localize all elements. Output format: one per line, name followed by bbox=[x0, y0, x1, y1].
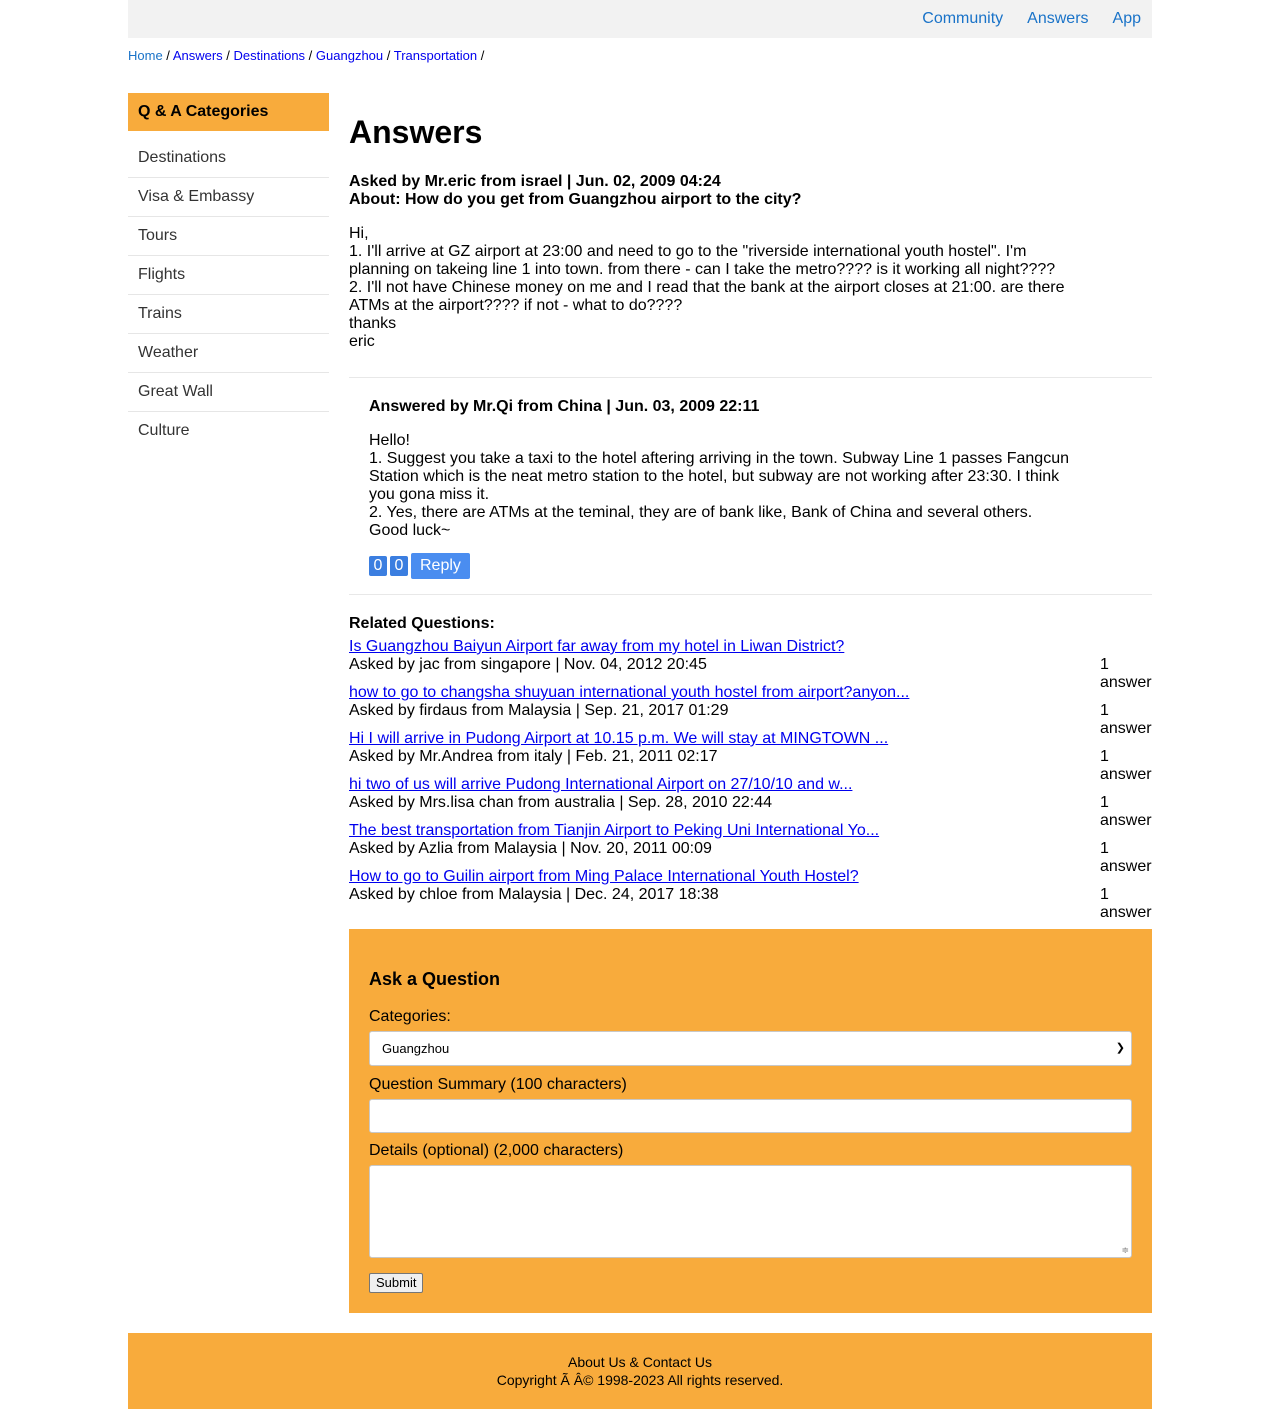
related-question-link[interactable]: Hi I will arrive in Pudong Airport at 10… bbox=[349, 730, 888, 747]
related-question-meta: Asked by Azlia from Malaysia | Nov. 20, … bbox=[349, 840, 712, 857]
sidebar-item-great-wall[interactable]: Great Wall bbox=[128, 373, 329, 412]
list-item: Hi I will arrive in Pudong Airport at 10… bbox=[349, 730, 1152, 783]
resize-handle-icon[interactable]: ≑ bbox=[1121, 1245, 1129, 1256]
breadcrumb-destinations[interactable]: Destinations bbox=[234, 48, 306, 63]
sidebar-item-culture[interactable]: Culture bbox=[128, 412, 329, 450]
related-questions-title: Related Questions: bbox=[349, 615, 495, 632]
nav-answers[interactable]: Answers bbox=[1027, 10, 1088, 28]
divider bbox=[349, 377, 1152, 378]
sidebar-item-tours[interactable]: Tours bbox=[128, 217, 329, 256]
reply-button[interactable]: Reply bbox=[411, 553, 470, 579]
related-question-meta: Asked by firdaus from Malaysia | Sep. 21… bbox=[349, 702, 729, 719]
nav-app[interactable]: App bbox=[1113, 10, 1141, 28]
related-questions-list: Is Guangzhou Baiyun Airport far away fro… bbox=[349, 638, 1152, 921]
question-meta: Asked by Mr.eric from israel | Jun. 02, … bbox=[349, 173, 801, 209]
question-line: eric bbox=[349, 333, 375, 350]
question-line: Hi, bbox=[349, 225, 369, 242]
answer: Answered by Mr.Qi from China | Jun. 03, … bbox=[369, 398, 1079, 579]
answer-actions: 0 0 Reply bbox=[369, 553, 1079, 579]
top-nav: Community Answers App bbox=[128, 0, 1152, 38]
question-about: About: How do you get from Guangzhou air… bbox=[349, 191, 802, 208]
question-line: 2. I'll not have Chinese money on me and… bbox=[349, 279, 1065, 314]
answer-line: Hello! bbox=[369, 432, 410, 449]
list-item: hi two of us will arrive Pudong Internat… bbox=[349, 776, 1152, 829]
related-question-meta: Asked by Mrs.lisa chan from australia | … bbox=[349, 794, 773, 811]
answer-meta: Answered by Mr.Qi from China | Jun. 03, … bbox=[369, 398, 760, 415]
question-line: thanks bbox=[349, 315, 397, 332]
breadcrumb-answers[interactable]: Answers bbox=[173, 48, 223, 63]
sidebar-item-visa-embassy[interactable]: Visa & Embassy bbox=[128, 178, 329, 217]
question-summary-input[interactable] bbox=[369, 1099, 1132, 1133]
sidebar-item-trains[interactable]: Trains bbox=[128, 295, 329, 334]
nav-community[interactable]: Community bbox=[922, 10, 1003, 28]
list-item: how to go to changsha shuyuan internatio… bbox=[349, 684, 1152, 737]
answer-line: 1. Suggest you take a taxi to the hotel … bbox=[369, 450, 1069, 503]
copyright: Copyright Ã Â© 1998-2023 All rights rese… bbox=[496, 1372, 784, 1388]
downvote-button[interactable]: 0 bbox=[390, 556, 408, 576]
related-question-meta: Asked by jac from singapore | Nov. 04, 2… bbox=[349, 656, 707, 673]
question-details-textarea[interactable]: ≑ bbox=[369, 1165, 1132, 1258]
related-question-link[interactable]: The best transportation from Tianjin Air… bbox=[349, 822, 879, 839]
sidebar-item-flights[interactable]: Flights bbox=[128, 256, 329, 295]
question-body: Hi, 1. I'll arrive at GZ airport at 23:0… bbox=[349, 225, 1079, 351]
page-title: Answers bbox=[349, 114, 483, 150]
related-question-link[interactable]: Is Guangzhou Baiyun Airport far away fro… bbox=[349, 638, 844, 655]
answer-line: Good luck~ bbox=[369, 522, 451, 539]
sidebar: Q & A Categories Destinations Visa & Emb… bbox=[128, 93, 329, 450]
related-question-link[interactable]: how to go to changsha shuyuan internatio… bbox=[349, 684, 909, 701]
question-asked-by: Asked by Mr.eric from israel | Jun. 02, … bbox=[349, 173, 721, 190]
ask-question-form: Ask a Question Categories: Guangzhou ❯ Q… bbox=[349, 929, 1152, 1313]
list-item: How to go to Guilin airport from Ming Pa… bbox=[349, 868, 1152, 921]
details-label: Details (optional) (2,000 characters) bbox=[369, 1142, 624, 1159]
breadcrumb-guangzhou[interactable]: Guangzhou bbox=[316, 48, 383, 63]
submit-button[interactable]: Submit bbox=[369, 1273, 424, 1293]
chevron-down-icon: ❯ bbox=[1115, 1042, 1125, 1054]
answer-body: Hello! 1. Suggest you take a taxi to the… bbox=[369, 432, 1079, 540]
category-list: Destinations Visa & Embassy Tours Flight… bbox=[128, 139, 329, 450]
footer: About Us & Contact Us Copyright Ã Â© 199… bbox=[128, 1333, 1152, 1409]
answer-count: 1 answer bbox=[1100, 886, 1152, 921]
sidebar-title: Q & A Categories bbox=[128, 93, 329, 131]
related-question-meta: Asked by chloe from Malaysia | Dec. 24, … bbox=[349, 886, 719, 903]
related-question-link[interactable]: hi two of us will arrive Pudong Internat… bbox=[349, 776, 852, 793]
sidebar-item-destinations[interactable]: Destinations bbox=[128, 139, 329, 178]
ask-question-title: Ask a Question bbox=[369, 969, 501, 989]
upvote-button[interactable]: 0 bbox=[369, 556, 387, 576]
categories-label: Categories: bbox=[369, 1008, 451, 1025]
category-selected-value: Guangzhou bbox=[382, 1041, 450, 1056]
sidebar-item-weather[interactable]: Weather bbox=[128, 334, 329, 373]
related-question-meta: Asked by Mr.Andrea from italy | Feb. 21,… bbox=[349, 748, 718, 765]
breadcrumb-home[interactable]: Home bbox=[128, 48, 163, 63]
breadcrumb-transportation[interactable]: Transportation bbox=[394, 48, 477, 63]
footer-links[interactable]: About Us & Contact Us bbox=[128, 1353, 1152, 1371]
question-line: 1. I'll arrive at GZ airport at 23:00 an… bbox=[349, 243, 1056, 278]
list-item: Is Guangzhou Baiyun Airport far away fro… bbox=[349, 638, 1152, 691]
list-item: The best transportation from Tianjin Air… bbox=[349, 822, 1152, 875]
category-select[interactable]: Guangzhou ❯ bbox=[369, 1031, 1132, 1066]
divider bbox=[349, 594, 1152, 595]
answer-line: 2. Yes, there are ATMs at the teminal, t… bbox=[369, 504, 1033, 521]
breadcrumb: Home / Answers / Destinations / Guangzho… bbox=[128, 48, 485, 63]
related-question-link[interactable]: How to go to Guilin airport from Ming Pa… bbox=[349, 868, 859, 885]
page: Community Answers App Home / Answers / D… bbox=[128, 0, 1152, 1409]
summary-label: Question Summary (100 characters) bbox=[369, 1076, 627, 1093]
